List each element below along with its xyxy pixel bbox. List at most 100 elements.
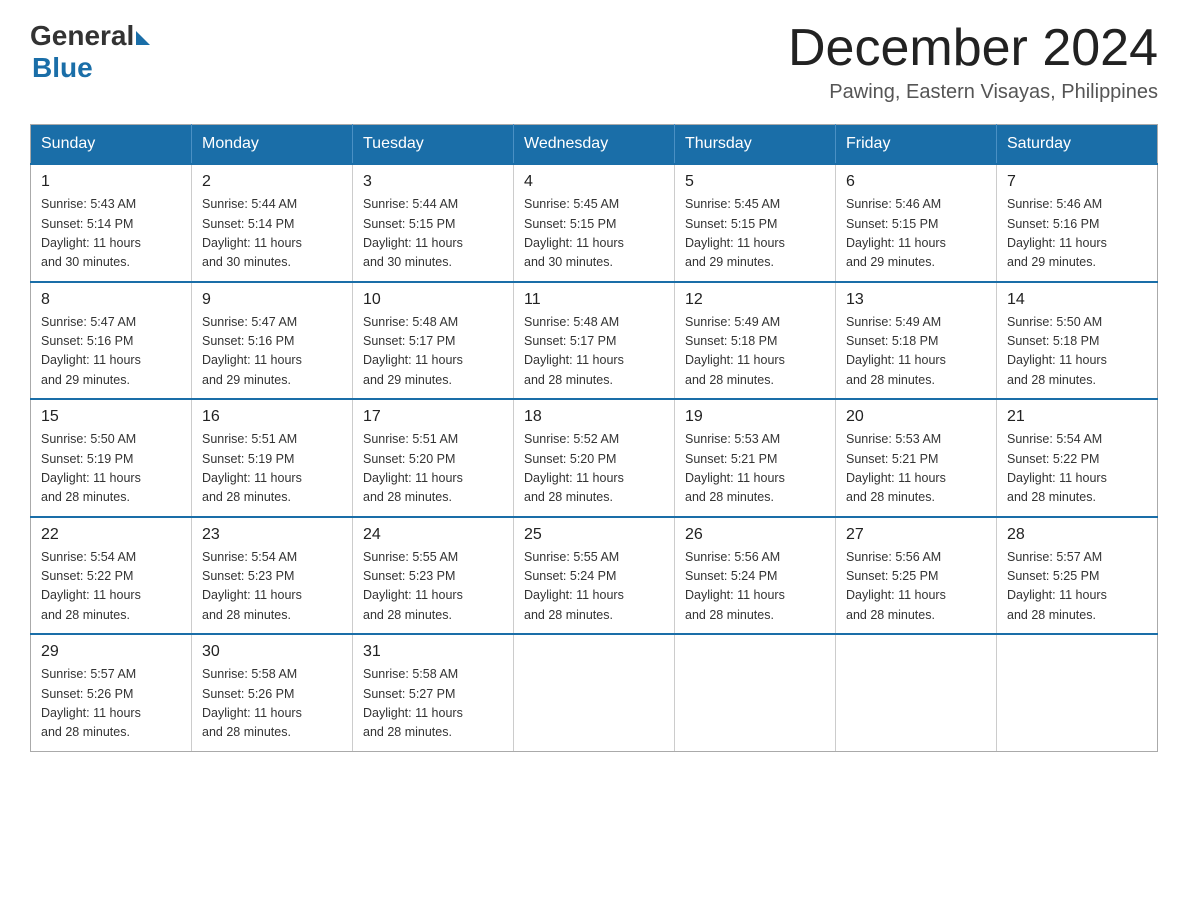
day-info: Sunrise: 5:58 AM Sunset: 5:26 PM Dayligh… xyxy=(202,665,342,743)
calendar-cell xyxy=(514,634,675,751)
calendar-cell: 14Sunrise: 5:50 AM Sunset: 5:18 PM Dayli… xyxy=(997,282,1158,400)
day-info: Sunrise: 5:48 AM Sunset: 5:17 PM Dayligh… xyxy=(524,313,664,391)
day-info: Sunrise: 5:54 AM Sunset: 5:22 PM Dayligh… xyxy=(1007,430,1147,508)
day-info: Sunrise: 5:51 AM Sunset: 5:19 PM Dayligh… xyxy=(202,430,342,508)
day-number: 28 xyxy=(1007,526,1147,544)
calendar-cell: 26 Sunrise: 5:56 AM Sunset: 5:24 PM Dayli… xyxy=(675,517,836,635)
calendar-cell: 18 Sunrise: 5:52 AM Sunset: 5:20 PM Dayli… xyxy=(514,399,675,517)
day-number: 1 xyxy=(41,173,181,191)
weekday-saturday: Saturday xyxy=(997,125,1158,165)
day-number: 6 xyxy=(846,173,986,191)
calendar-body: 1 Sunrise: 5:43 AM Sunset: 5:14 PM Daylig… xyxy=(31,164,1158,751)
calendar-cell: 13 Sunrise: 5:49 AM Sunset: 5:18 PM Dayli… xyxy=(836,282,997,400)
weekday-tuesday: Tuesday xyxy=(353,125,514,165)
day-info: Sunrise: 5:45 AM Sunset: 5:15 PM Dayligh… xyxy=(524,195,664,273)
logo-general-text: General xyxy=(30,20,134,52)
day-info: Sunrise: 5:57 AM Sunset: 5:26 PM Dayligh… xyxy=(41,665,181,743)
day-info: Sunrise: 5:49 AM Sunset: 5:18 PM Dayligh… xyxy=(846,313,986,391)
day-number: 9 xyxy=(202,291,342,309)
day-number: 7 xyxy=(1007,173,1147,191)
calendar-cell: 20 Sunrise: 5:53 AM Sunset: 5:21 PM Dayli… xyxy=(836,399,997,517)
day-number: 21 xyxy=(1007,408,1147,426)
day-info: Sunrise: 5:48 AM Sunset: 5:17 PM Dayligh… xyxy=(363,313,503,391)
calendar-cell: 11Sunrise: 5:48 AM Sunset: 5:17 PM Dayli… xyxy=(514,282,675,400)
calendar-cell xyxy=(836,634,997,751)
day-number: 29 xyxy=(41,643,181,661)
day-info: Sunrise: 5:46 AM Sunset: 5:15 PM Dayligh… xyxy=(846,195,986,273)
calendar-cell xyxy=(997,634,1158,751)
day-info: Sunrise: 5:54 AM Sunset: 5:22 PM Dayligh… xyxy=(41,548,181,626)
day-number: 22 xyxy=(41,526,181,544)
day-info: Sunrise: 5:47 AM Sunset: 5:16 PM Dayligh… xyxy=(202,313,342,391)
logo-arrow-icon xyxy=(136,31,150,45)
calendar-cell: 24 Sunrise: 5:55 AM Sunset: 5:23 PM Dayli… xyxy=(353,517,514,635)
day-number: 26 xyxy=(685,526,825,544)
day-info: Sunrise: 5:53 AM Sunset: 5:21 PM Dayligh… xyxy=(685,430,825,508)
day-info: Sunrise: 5:50 AM Sunset: 5:18 PM Dayligh… xyxy=(1007,313,1147,391)
location: Pawing, Eastern Visayas, Philippines xyxy=(788,81,1158,104)
day-number: 23 xyxy=(202,526,342,544)
day-number: 17 xyxy=(363,408,503,426)
day-info: Sunrise: 5:46 AM Sunset: 5:16 PM Dayligh… xyxy=(1007,195,1147,273)
calendar-cell: 12Sunrise: 5:49 AM Sunset: 5:18 PM Dayli… xyxy=(675,282,836,400)
calendar-week-3: 15Sunrise: 5:50 AM Sunset: 5:19 PM Dayli… xyxy=(31,399,1158,517)
day-number: 20 xyxy=(846,408,986,426)
calendar-cell: 2Sunrise: 5:44 AM Sunset: 5:14 PM Daylig… xyxy=(192,164,353,282)
day-number: 18 xyxy=(524,408,664,426)
month-title: December 2024 xyxy=(788,20,1158,77)
day-number: 19 xyxy=(685,408,825,426)
day-number: 16 xyxy=(202,408,342,426)
day-info: Sunrise: 5:56 AM Sunset: 5:24 PM Dayligh… xyxy=(685,548,825,626)
weekday-sunday: Sunday xyxy=(31,125,192,165)
calendar-week-2: 8 Sunrise: 5:47 AM Sunset: 5:16 PM Daylig… xyxy=(31,282,1158,400)
weekday-friday: Friday xyxy=(836,125,997,165)
calendar-cell: 19 Sunrise: 5:53 AM Sunset: 5:21 PM Dayli… xyxy=(675,399,836,517)
day-info: Sunrise: 5:44 AM Sunset: 5:15 PM Dayligh… xyxy=(363,195,503,273)
day-number: 15 xyxy=(41,408,181,426)
calendar-cell: 21 Sunrise: 5:54 AM Sunset: 5:22 PM Dayli… xyxy=(997,399,1158,517)
calendar-cell: 15Sunrise: 5:50 AM Sunset: 5:19 PM Dayli… xyxy=(31,399,192,517)
day-info: Sunrise: 5:54 AM Sunset: 5:23 PM Dayligh… xyxy=(202,548,342,626)
calendar-week-4: 22 Sunrise: 5:54 AM Sunset: 5:22 PM Dayli… xyxy=(31,517,1158,635)
day-number: 31 xyxy=(363,643,503,661)
calendar-cell: 25 Sunrise: 5:55 AM Sunset: 5:24 PM Dayli… xyxy=(514,517,675,635)
calendar-week-1: 1 Sunrise: 5:43 AM Sunset: 5:14 PM Daylig… xyxy=(31,164,1158,282)
day-number: 25 xyxy=(524,526,664,544)
day-number: 24 xyxy=(363,526,503,544)
calendar-cell: 16 Sunrise: 5:51 AM Sunset: 5:19 PM Dayli… xyxy=(192,399,353,517)
day-number: 27 xyxy=(846,526,986,544)
day-info: Sunrise: 5:55 AM Sunset: 5:24 PM Dayligh… xyxy=(524,548,664,626)
calendar-week-5: 29 Sunrise: 5:57 AM Sunset: 5:26 PM Dayli… xyxy=(31,634,1158,751)
calendar-cell: 8 Sunrise: 5:47 AM Sunset: 5:16 PM Daylig… xyxy=(31,282,192,400)
calendar-cell: 7 Sunrise: 5:46 AM Sunset: 5:16 PM Daylig… xyxy=(997,164,1158,282)
day-info: Sunrise: 5:51 AM Sunset: 5:20 PM Dayligh… xyxy=(363,430,503,508)
day-info: Sunrise: 5:58 AM Sunset: 5:27 PM Dayligh… xyxy=(363,665,503,743)
calendar-cell xyxy=(675,634,836,751)
day-info: Sunrise: 5:57 AM Sunset: 5:25 PM Dayligh… xyxy=(1007,548,1147,626)
day-number: 3 xyxy=(363,173,503,191)
day-number: 30 xyxy=(202,643,342,661)
calendar-cell: 30 Sunrise: 5:58 AM Sunset: 5:26 PM Dayli… xyxy=(192,634,353,751)
weekday-wednesday: Wednesday xyxy=(514,125,675,165)
calendar-cell: 5Sunrise: 5:45 AM Sunset: 5:15 PM Daylig… xyxy=(675,164,836,282)
weekday-monday: Monday xyxy=(192,125,353,165)
day-info: Sunrise: 5:43 AM Sunset: 5:14 PM Dayligh… xyxy=(41,195,181,273)
calendar-cell: 22 Sunrise: 5:54 AM Sunset: 5:22 PM Dayli… xyxy=(31,517,192,635)
day-info: Sunrise: 5:47 AM Sunset: 5:16 PM Dayligh… xyxy=(41,313,181,391)
day-number: 5 xyxy=(685,173,825,191)
calendar-cell: 31 Sunrise: 5:58 AM Sunset: 5:27 PM Dayli… xyxy=(353,634,514,751)
calendar-cell: 23 Sunrise: 5:54 AM Sunset: 5:23 PM Dayli… xyxy=(192,517,353,635)
day-info: Sunrise: 5:52 AM Sunset: 5:20 PM Dayligh… xyxy=(524,430,664,508)
calendar-cell: 10Sunrise: 5:48 AM Sunset: 5:17 PM Dayli… xyxy=(353,282,514,400)
title-section: December 2024 Pawing, Eastern Visayas, P… xyxy=(788,20,1158,104)
page-header: General Blue December 2024 Pawing, Easte… xyxy=(30,20,1158,104)
day-info: Sunrise: 5:55 AM Sunset: 5:23 PM Dayligh… xyxy=(363,548,503,626)
calendar-cell: 29 Sunrise: 5:57 AM Sunset: 5:26 PM Dayli… xyxy=(31,634,192,751)
day-number: 8 xyxy=(41,291,181,309)
calendar-cell: 27Sunrise: 5:56 AM Sunset: 5:25 PM Dayli… xyxy=(836,517,997,635)
calendar-cell: 1 Sunrise: 5:43 AM Sunset: 5:14 PM Daylig… xyxy=(31,164,192,282)
logo-blue-text: Blue xyxy=(32,52,93,84)
day-number: 2 xyxy=(202,173,342,191)
day-info: Sunrise: 5:53 AM Sunset: 5:21 PM Dayligh… xyxy=(846,430,986,508)
day-number: 13 xyxy=(846,291,986,309)
